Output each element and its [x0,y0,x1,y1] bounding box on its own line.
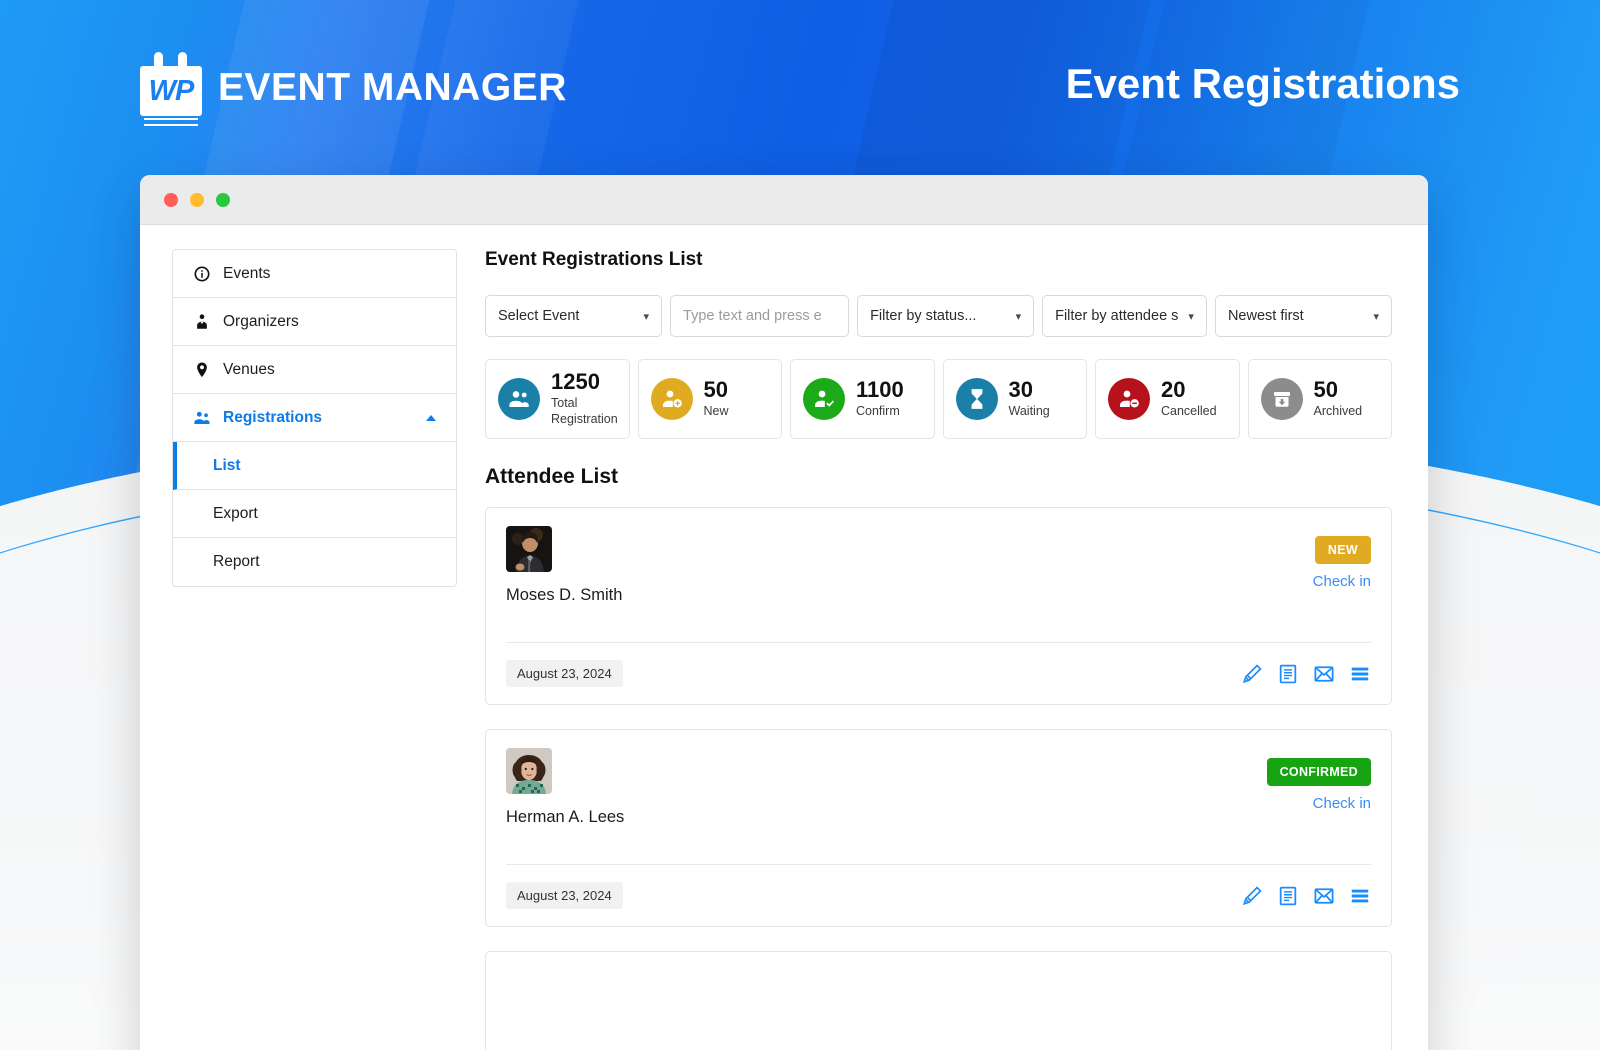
attendee-list-title: Attendee List [485,465,619,488]
stat-label: New [703,404,729,419]
chevron-down-icon: ▾ [1373,310,1379,323]
search-input[interactable]: Type text and press e [670,295,850,337]
stat-card-cancelled[interactable]: 20 Cancelled [1095,359,1240,439]
sidebar-subitem-label: Export [213,504,258,522]
window-minimize-button[interactable] [190,192,204,207]
sidebar-subitem-list[interactable]: List [173,442,456,490]
window-titlebar [140,175,1428,225]
stats-row: 1250 Total Registration 50 New 1100 Conf… [485,359,1392,439]
attendee-actions [1241,663,1371,685]
sidebar-item-venues[interactable]: Venues [173,346,456,394]
info-circle-icon [193,265,211,283]
stat-label: Waiting [1008,404,1050,419]
mail-envelope-icon[interactable] [1313,663,1335,685]
avatar [506,748,552,794]
status-filter-value: Filter by status... [870,308,977,324]
attendee-card: Moses D. Smith NEW Check in August 23, 2… [485,507,1392,705]
page-background: WP EVENT MANAGER Event Registrations Eve… [0,0,1600,1050]
brand-logo: WP EVENT MANAGER [140,50,567,126]
stat-label: Confirm [856,404,900,419]
more-menu-icon[interactable] [1349,885,1371,907]
attendee-name: Herman A. Lees [506,808,625,826]
stat-value: 1100 [856,377,904,403]
event-select[interactable]: Select Event ▾ [485,295,663,337]
stat-label: Archived [1313,404,1363,419]
stat-card-total[interactable]: 1250 Total Registration [485,359,630,439]
browser-window: Events Organizers Venues Registrations L… [140,175,1428,1050]
organizer-icon [193,313,211,331]
note-document-icon[interactable] [1277,663,1299,685]
stat-value: 1250 [551,369,600,395]
window-close-button[interactable] [164,192,178,207]
search-placeholder: Type text and press e [683,308,822,324]
stat-value: 50 [1313,377,1338,403]
chevron-down-icon: ▾ [1015,310,1022,323]
chevron-down-icon: ▾ [643,310,650,323]
registrations-icon [193,409,211,427]
sidebar: Events Organizers Venues Registrations L… [172,249,457,587]
sidebar-item-registrations[interactable]: Registrations [173,394,456,442]
user-plus-icon [650,378,693,420]
sort-select-value: Newest first [1227,308,1304,324]
note-document-icon[interactable] [1277,885,1299,907]
sidebar-item-label: Registrations [223,408,323,426]
window-maximize-button[interactable] [216,192,230,207]
stat-card-new[interactable]: 50 New [637,359,782,439]
main-content: Event Registrations List Select Event ▾ … [457,249,1428,1050]
sidebar-item-label: Events [223,264,271,282]
archive-icon [1260,378,1303,420]
status-badge: NEW [1314,536,1371,564]
edit-pencil-icon[interactable] [1241,885,1263,907]
page-title: Event Registrations [1065,60,1460,107]
attendee-name: Moses D. Smith [506,586,623,604]
avatar [506,526,552,572]
sidebar-subitem-export[interactable]: Export [173,490,456,538]
attendee-card: Herman A. Lees CONFIRMED Check in August… [485,729,1392,927]
filter-bar: Select Event ▾ Type text and press e Fil… [485,295,1392,337]
sidebar-item-label: Organizers [223,312,299,330]
event-select-value: Select Event [498,308,580,324]
stat-label: Total Registration [551,396,618,426]
registration-date: August 23, 2024 [506,882,623,909]
sidebar-subitem-report[interactable]: Report [173,538,456,586]
stat-value: 20 [1161,377,1186,403]
check-in-link[interactable]: Check in [1313,573,1371,590]
stat-card-confirm[interactable]: 1100 Confirm [790,359,935,439]
user-minus-icon [1108,378,1150,420]
stat-value: 50 [703,377,728,403]
sidebar-item-organizers[interactable]: Organizers [173,298,456,346]
sidebar-subitem-label: Report [213,553,260,570]
stat-value: 30 [1008,377,1033,403]
chevron-up-icon [426,414,436,421]
check-in-link[interactable]: Check in [1313,795,1371,812]
status-badge: CONFIRMED [1266,758,1371,786]
stat-card-archived[interactable]: 50 Archived [1247,359,1392,439]
sort-select[interactable]: Newest first ▾ [1214,295,1392,337]
calendar-logo-icon: WP [140,50,202,126]
brand-name: EVENT MANAGER [218,66,567,109]
registration-date: August 23, 2024 [506,660,623,687]
map-pin-icon [193,361,211,379]
stat-label: Cancelled [1161,404,1217,419]
chevron-down-icon: ▾ [1188,310,1194,323]
page-section-title: Event Registrations List [485,249,703,270]
stat-card-waiting[interactable]: 30 Waiting [942,359,1087,439]
status-filter-select[interactable]: Filter by status... ▾ [857,295,1035,337]
page-header: WP EVENT MANAGER Event Registrations [0,0,1600,175]
attendee-actions [1241,885,1371,907]
brand-mark-text: WP [148,75,195,107]
sidebar-item-events[interactable]: Events [173,250,456,298]
users-icon [498,378,540,420]
sidebar-item-label: Venues [223,360,275,378]
edit-pencil-icon[interactable] [1241,663,1263,685]
more-menu-icon[interactable] [1349,663,1371,685]
attendee-filter-value: Filter by attendee s [1055,308,1179,324]
sidebar-subitem-label: List [213,456,241,474]
mail-envelope-icon[interactable] [1313,885,1335,907]
user-check-icon [803,378,845,420]
attendee-filter-select[interactable]: Filter by attendee s ▾ [1042,295,1207,337]
attendee-card [485,951,1392,1050]
hourglass-icon [955,378,998,420]
